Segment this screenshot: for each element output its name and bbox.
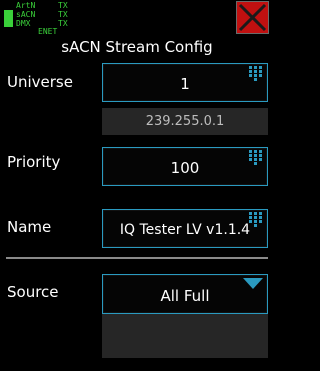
source-detail-field <box>102 314 268 358</box>
keypad-icon <box>249 66 262 81</box>
keypad-icon <box>249 150 262 165</box>
close-icon <box>238 3 267 32</box>
priority-value: 100 <box>170 159 200 177</box>
source-label: Source <box>7 283 59 301</box>
universe-field[interactable]: 1 <box>102 63 268 102</box>
priority-label: Priority <box>7 153 61 171</box>
status-value: TX <box>58 1 68 10</box>
universe-label: Universe <box>7 73 73 91</box>
section-divider <box>6 257 268 259</box>
status-label: ArtN <box>16 1 36 10</box>
enet-label: ENET <box>38 27 58 36</box>
priority-field[interactable]: 100 <box>102 147 268 186</box>
status-row-sacn: sACN TX <box>2 11 80 19</box>
status-value: TX <box>58 10 68 19</box>
status-label: sACN <box>16 10 36 19</box>
name-label: Name <box>7 218 52 236</box>
status-label: DMX <box>16 19 31 28</box>
name-value: IQ Tester LV v1.1.4 <box>119 222 251 238</box>
top-status-bar: ArtN TX sACN TX DMX TX ENET <box>0 0 274 36</box>
chevron-down-icon <box>243 278 263 289</box>
name-field[interactable]: IQ Tester LV v1.1.4 <box>102 209 268 248</box>
close-button[interactable] <box>236 1 269 34</box>
source-dropdown[interactable]: All Full <box>102 274 268 314</box>
universe-value: 1 <box>180 75 190 93</box>
page-title: sACN Stream Config <box>61 38 213 56</box>
keypad-icon <box>249 212 262 227</box>
status-row-artnet: ArtN TX <box>2 2 80 10</box>
protocol-status: ArtN TX sACN TX DMX TX ENET <box>2 2 80 36</box>
multicast-address: 239.255.0.1 <box>102 108 268 135</box>
status-value: TX <box>58 19 68 28</box>
